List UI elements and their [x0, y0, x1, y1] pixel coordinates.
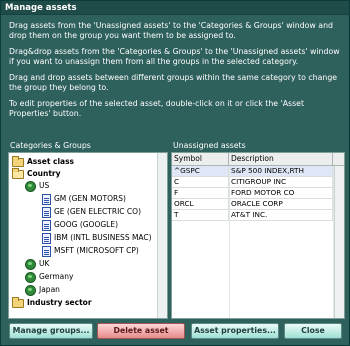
document-icon [42, 206, 51, 218]
tree-node-us[interactable]: US [25, 180, 49, 192]
close-button[interactable]: Close [284, 323, 342, 339]
column-divider [229, 166, 230, 318]
table-row[interactable]: C CITIGROUP INC [172, 177, 333, 188]
tree-node-country[interactable]: Country [12, 167, 61, 180]
globe-icon [25, 271, 36, 283]
globe-icon [25, 284, 36, 296]
table-header: Symbol Description [172, 153, 344, 166]
table-row[interactable]: ORCL ORACLE CORP [172, 199, 333, 210]
categories-tree[interactable]: Asset class Country US GM (GEN MOTORS) G… [8, 152, 168, 319]
tree-node-label: US [39, 181, 50, 190]
column-header-symbol[interactable]: Symbol [172, 153, 229, 165]
unassigned-label: Unassigned assets [173, 141, 246, 150]
categories-label: Categories & Groups [10, 141, 91, 150]
tree-node-uk[interactable]: UK [25, 258, 49, 270]
instruction-1: Drag assets from the 'Unassigned assets'… [9, 21, 333, 40]
tree-node-label: GM (GEN MOTORS) [54, 194, 126, 203]
table-scrollbar[interactable] [334, 166, 344, 318]
tree-node-label: Country [27, 169, 61, 178]
tree-node-label: Asset class [27, 157, 75, 166]
cell-symbol: F [172, 188, 229, 198]
tree-node-goog[interactable]: GOOG (GOOGLE) [42, 219, 118, 231]
table-row[interactable]: ^GSPC S&P 500 INDEX,RTH [172, 166, 333, 177]
tree-node-msft[interactable]: MSFT (MICROSOFT CP) [42, 245, 139, 257]
cell-description: FORD MOTOR CO [229, 188, 333, 198]
cell-symbol: C [172, 177, 229, 187]
globe-icon [25, 180, 36, 192]
window-title: Manage assets [1, 1, 349, 15]
manage-groups-button[interactable]: Manage groups... [9, 323, 93, 339]
document-icon [42, 245, 51, 257]
tree-node-label: Germany [39, 272, 74, 281]
cell-symbol: ORCL [172, 199, 229, 209]
tree-node-label: Industry sector [27, 298, 92, 307]
tree-node-label: UK [39, 259, 50, 268]
tree-node-label: MSFT (MICROSOFT CP) [54, 246, 139, 255]
folder-icon [12, 155, 24, 167]
tree-node-label: IBM (INTL BUSINESS MAC) [54, 233, 152, 242]
unassigned-assets-table[interactable]: Symbol Description ^GSPC S&P 500 INDEX,R… [171, 152, 345, 319]
document-icon [42, 219, 51, 231]
globe-icon [25, 258, 36, 270]
cell-description: S&P 500 INDEX,RTH [229, 166, 333, 176]
table-row[interactable]: F FORD MOTOR CO [172, 188, 333, 199]
manage-assets-window: Manage assets Drag assets from the 'Unas… [0, 0, 350, 346]
tree-node-japan[interactable]: Japan [25, 284, 60, 296]
tree-scrollbar[interactable] [157, 153, 167, 318]
tree-node-germany[interactable]: Germany [25, 271, 73, 283]
table-row[interactable]: T AT&T INC. [172, 210, 333, 221]
folder-open-icon [12, 167, 24, 179]
cell-description: CITIGROUP INC [229, 177, 333, 187]
tree-node-label: Japan [39, 285, 60, 294]
tree-node-gm[interactable]: GM (GEN MOTORS) [42, 193, 126, 205]
asset-properties-button[interactable]: Asset properties... [191, 323, 279, 339]
instruction-4: To edit properties of the selected asset… [9, 99, 305, 118]
document-icon [42, 193, 51, 205]
cell-description: ORACLE CORP [229, 199, 333, 209]
folder-icon [12, 296, 24, 308]
tree-node-ibm[interactable]: IBM (INTL BUSINESS MAC) [42, 232, 152, 244]
tree-node-label: GE (GEN ELECTRIC CO) [54, 207, 141, 216]
document-icon [42, 232, 51, 244]
tree-node-ge[interactable]: GE (GEN ELECTRIC CO) [42, 206, 141, 218]
tree-node-label: GOOG (GOOGLE) [54, 220, 119, 229]
cell-description: AT&T INC. [229, 210, 333, 220]
delete-asset-button[interactable]: Delete asset [97, 323, 185, 339]
tree-node-asset-class[interactable]: Asset class [12, 155, 75, 168]
instruction-2: Drag&drop assets from the 'Categories & … [9, 47, 340, 66]
cell-symbol: ^GSPC [172, 166, 229, 176]
instructions: Drag assets from the 'Unassigned assets'… [9, 21, 343, 125]
cell-symbol: T [172, 210, 229, 220]
instruction-3: Drag and drop assets between different g… [9, 73, 338, 92]
tree-node-industry-sector[interactable]: Industry sector [12, 296, 92, 309]
column-header-description[interactable]: Description [229, 153, 333, 165]
